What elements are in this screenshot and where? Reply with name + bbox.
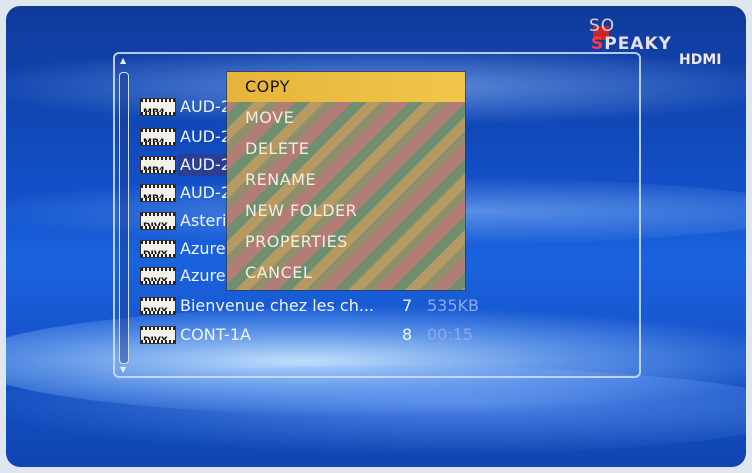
menu-item-rename[interactable]: RENAME — [245, 165, 316, 195]
scrollbar[interactable]: ▲ ▼ — [117, 56, 131, 374]
file-type-label: DIVX — [143, 250, 168, 260]
menu-item-move[interactable]: MOVE — [245, 103, 294, 133]
mp4-file-icon: MP4 — [140, 184, 176, 204]
logo-line2: SPEAKY — [591, 34, 672, 54]
logo-line3: HDMI — [679, 52, 722, 68]
file-row[interactable]: DIVX Bienvenue chez les ch... 7 535KB — [140, 295, 500, 317]
menu-item-new-folder[interactable]: NEW FOLDER — [245, 196, 357, 226]
file-type-label: MP4 — [143, 194, 165, 204]
scroll-up-icon[interactable]: ▲ — [120, 56, 126, 65]
file-name: AUD-2 — [180, 183, 231, 202]
file-name: CONT-1A — [180, 325, 251, 344]
file-name: Bienvenue chez les ch... — [180, 296, 375, 315]
mp4-file-icon: MP4 — [140, 98, 176, 118]
file-name: Asteri — [180, 211, 227, 230]
file-type-label: MP4 — [143, 166, 165, 176]
file-name: Azure — [180, 239, 226, 258]
file-type-label: MP4 — [143, 138, 165, 148]
logo-line2-rest: PEAKY — [604, 34, 672, 54]
file-type-label: DIVX — [143, 222, 168, 232]
logo-line1: SO — [589, 16, 616, 36]
divx-file-icon: DIVX — [140, 212, 176, 232]
file-row[interactable]: DIVX CONT-1A 8 00:15 — [140, 324, 500, 346]
file-type-label: DIVX — [143, 336, 168, 346]
menu-item-copy[interactable]: COPY — [245, 72, 290, 102]
file-type-label: MP4 — [143, 108, 165, 118]
file-type-label: DIVX — [143, 277, 168, 287]
mp4-file-icon: MP4 — [140, 128, 176, 148]
file-index: 8 — [402, 325, 413, 344]
file-name: AUD-2 — [180, 97, 231, 116]
divx-file-icon: DIVX — [140, 240, 176, 260]
menu-item-delete[interactable]: DELETE — [245, 134, 309, 164]
file-name: AUD-2 — [180, 127, 231, 146]
file-name: AUD-2 — [178, 154, 233, 176]
menu-item-cancel[interactable]: CANCEL — [245, 258, 312, 288]
context-menu: COPY MOVE DELETE RENAME NEW FOLDER PROPERTIES… — [227, 72, 465, 290]
divx-file-icon: DIVX — [140, 326, 176, 346]
mp4-file-icon: MP4 — [140, 156, 176, 176]
logo-line2-s: S — [591, 34, 605, 54]
divx-file-icon: DIVX — [140, 297, 176, 317]
background-wave — [6, 366, 746, 456]
divx-file-icon: DIVX — [140, 267, 176, 287]
file-meta: 535KB — [427, 296, 480, 315]
scroll-track[interactable] — [119, 72, 129, 364]
menu-item-properties[interactable]: PROPERTIES — [245, 227, 348, 257]
scroll-down-icon[interactable]: ▼ — [120, 365, 126, 374]
file-index: 7 — [402, 296, 413, 315]
file-type-label: DIVX — [143, 307, 168, 317]
file-meta: 00:15 — [427, 325, 474, 344]
